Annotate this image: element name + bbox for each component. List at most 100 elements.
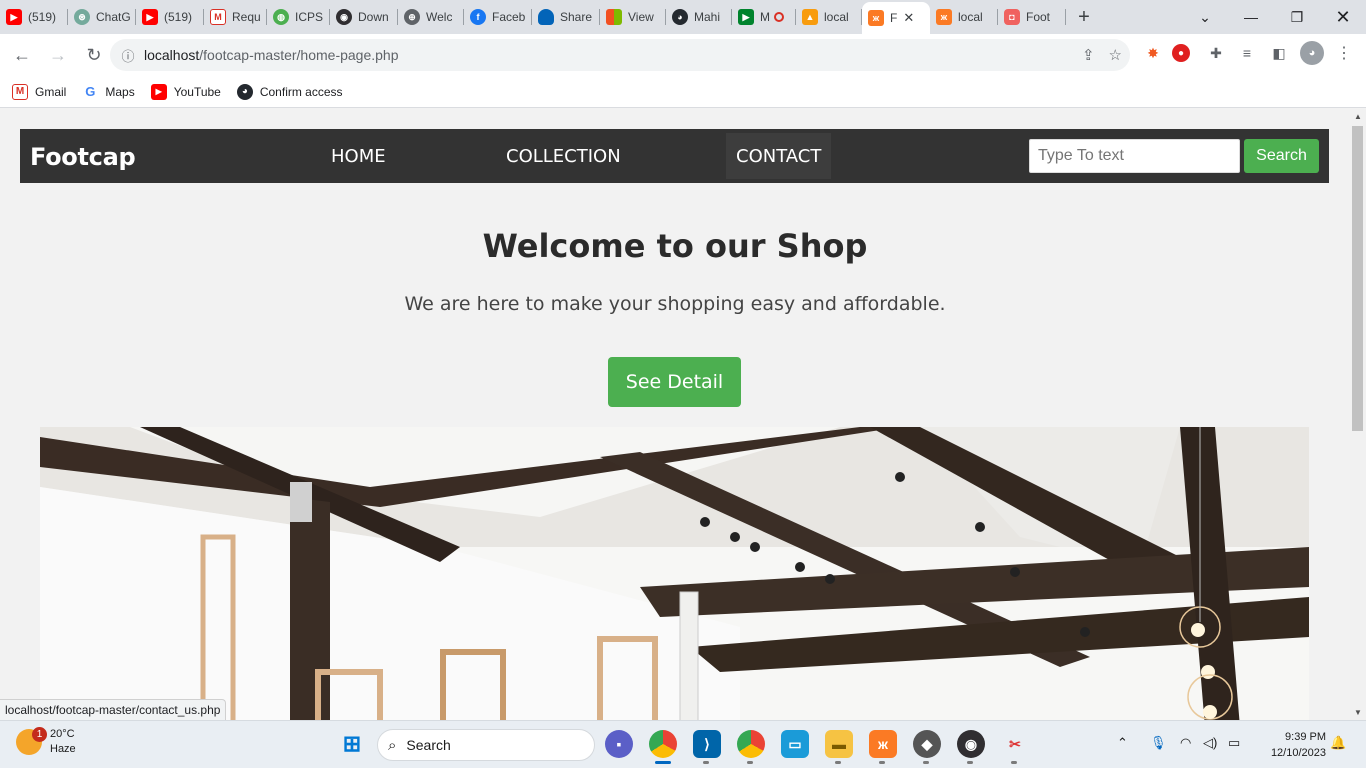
scrollbar-thumb[interactable]	[1352, 126, 1363, 431]
browser-menu-icon[interactable]: ⋮	[1332, 41, 1356, 65]
share-icon[interactable]: ⇪	[1082, 46, 1095, 64]
weather-notification-badge: 1	[32, 727, 47, 742]
site-info-icon[interactable]: ⓘ	[114, 46, 142, 65]
app-tool-icon[interactable]: ◆	[913, 730, 941, 764]
gmail-icon: M	[210, 9, 226, 25]
taskbar-clock[interactable]: 9:39 PM 12/10/2023	[1256, 729, 1326, 761]
tab-welcome[interactable]: ⊕ Welc	[398, 0, 464, 34]
site-navbar: Footcap HOME COLLECTION CONTACT Search	[20, 129, 1329, 183]
chatgpt-icon: ⊛	[74, 9, 90, 25]
vscode-icon[interactable]: ⟩	[693, 730, 721, 764]
bookmark-star-icon[interactable]: ☆	[1109, 46, 1122, 64]
youtube-icon: ▶	[142, 9, 158, 25]
extensions-puzzle-icon[interactable]: ✚	[1204, 41, 1228, 65]
reload-button[interactable]: ↻	[78, 39, 110, 71]
chrome-icon[interactable]	[649, 730, 677, 764]
bookmark-youtube[interactable]: ▶ YouTube	[150, 83, 221, 100]
nav-home[interactable]: HOME	[321, 133, 396, 179]
wifi-icon[interactable]: ◠	[1180, 735, 1191, 751]
tab-localhost[interactable]: ж local	[930, 0, 998, 34]
minimize-button[interactable]: ―	[1228, 0, 1274, 34]
obs-icon[interactable]: ◉	[957, 730, 985, 764]
tab-gmail[interactable]: M Requ	[204, 0, 267, 34]
brave-ext-icon[interactable]: ✸	[1141, 41, 1165, 65]
youtube-icon: ▶	[150, 83, 167, 100]
tray-chevron-up-icon[interactable]: ⌃	[1117, 735, 1128, 751]
tab-chatgpt[interactable]: ⊛ ChatG	[68, 0, 136, 34]
tab-sharepoint[interactable]: Share	[532, 0, 600, 34]
clock-date: 12/10/2023	[1270, 747, 1326, 759]
restore-button[interactable]: ❐	[1274, 0, 1320, 34]
tab-youtube-2[interactable]: ▶ (519)	[136, 0, 204, 34]
bookmark-confirm-access[interactable]: ◕ Confirm access	[236, 83, 343, 100]
new-tab-button[interactable]: +	[1066, 6, 1102, 29]
tab-active-footcap[interactable]: ж F ✕	[862, 2, 930, 34]
hero-title: Welcome to our Shop	[482, 227, 868, 265]
site-search-input[interactable]	[1029, 139, 1240, 173]
tab-obs[interactable]: ◉ Down	[330, 0, 398, 34]
link-status-url: localhost/footcap-master/contact_us.php	[0, 699, 227, 720]
remote-desktop-icon[interactable]: ▭	[781, 730, 809, 758]
tab-search-chevron-icon[interactable]: ⌄	[1182, 0, 1228, 34]
youtube-icon: ▶	[6, 9, 22, 25]
file-explorer-icon[interactable]: ▬	[825, 730, 853, 764]
volume-icon[interactable]: ◁)	[1203, 735, 1217, 751]
xampp-icon[interactable]: ж	[869, 730, 897, 764]
battery-icon[interactable]: ▭	[1228, 735, 1240, 751]
close-tab-icon[interactable]: ✕	[903, 10, 914, 26]
page-scrollbar[interactable]: ▲ ▼	[1350, 109, 1366, 720]
adblock-ext-icon[interactable]: ●	[1172, 44, 1190, 62]
xampp-icon: ж	[868, 10, 884, 26]
recording-icon	[774, 12, 784, 22]
bookmark-gmail[interactable]: M Gmail	[12, 83, 66, 100]
media-queue-icon[interactable]: ≡	[1235, 41, 1259, 65]
address-bar[interactable]: ⓘ localhost/footcap-master/home-page.php…	[110, 39, 1130, 71]
obs-icon: ◉	[336, 9, 352, 25]
bookmark-maps[interactable]: G Maps	[82, 84, 134, 100]
tab-meet[interactable]: ▶ M	[732, 0, 796, 34]
tab-facebook[interactable]: f Faceb	[464, 0, 532, 34]
search-icon: ⌕	[388, 736, 397, 754]
close-window-button[interactable]: ✕	[1320, 0, 1366, 34]
weather-temp: 20°C	[50, 728, 75, 740]
tab-view[interactable]: View	[600, 0, 666, 34]
tab-strip: ▶ (519) ⊛ ChatG ▶ (519) M Requ ◍ ICPS ◉ …	[0, 0, 1366, 34]
windows-start-icon[interactable]: ⊞	[338, 730, 366, 758]
back-button[interactable]: ←	[6, 39, 38, 71]
profile-avatar[interactable]: ◕	[1300, 41, 1324, 65]
nav-collection[interactable]: COLLECTION	[496, 133, 631, 179]
see-detail-button[interactable]: See Detail	[608, 357, 741, 407]
nav-contact[interactable]: CONTACT	[726, 133, 832, 179]
microsoft-icon	[606, 9, 622, 25]
tab-phpmyadmin[interactable]: ▲ local	[796, 0, 862, 34]
tab-footcap[interactable]: ◘ Foot	[998, 0, 1066, 34]
address-url: localhost/footcap-master/home-page.php	[144, 47, 399, 63]
page-viewport: Footcap HOME COLLECTION CONTACT Search W…	[0, 109, 1350, 720]
teams-chat-icon[interactable]: ▪	[605, 730, 633, 758]
site-search-button[interactable]: Search	[1244, 139, 1319, 173]
taskbar-search[interactable]: ⌕ Search	[377, 729, 595, 761]
side-panel-icon[interactable]: ◧	[1267, 41, 1291, 65]
clock-time: 9:39 PM	[1285, 731, 1326, 743]
scroll-down-arrow-icon[interactable]: ▼	[1354, 708, 1362, 717]
forward-button[interactable]: →	[42, 39, 74, 71]
tab-icps[interactable]: ◍ ICPS	[267, 0, 330, 34]
site-brand[interactable]: Footcap	[30, 143, 136, 171]
weather-widget[interactable]: 1 20°C Haze	[16, 727, 76, 757]
gmail-icon: M	[12, 83, 28, 100]
globe-icon: ⊕	[404, 9, 420, 25]
notification-bell-icon[interactable]: 🔔	[1330, 735, 1346, 751]
snipping-tool-icon[interactable]: ✂	[1001, 730, 1029, 764]
bookmarks-bar: M Gmail G Maps ▶ YouTube ◕ Confirm acces…	[0, 76, 1366, 108]
phpmyadmin-icon: ▲	[802, 9, 818, 25]
chrome-profile-icon[interactable]	[737, 730, 765, 764]
tab-youtube-1[interactable]: ▶ (519)	[0, 0, 68, 34]
footcap-icon: ◘	[1004, 9, 1020, 25]
globe-green-icon: ◍	[273, 9, 289, 25]
tab-github[interactable]: ◕ Mahi	[666, 0, 732, 34]
google-icon: G	[85, 84, 96, 99]
onedrive-icon	[538, 9, 554, 25]
scroll-up-arrow-icon[interactable]: ▲	[1354, 112, 1362, 121]
microphone-icon[interactable]: 🎙	[1150, 735, 1167, 751]
hero-shop-image	[40, 427, 1309, 720]
